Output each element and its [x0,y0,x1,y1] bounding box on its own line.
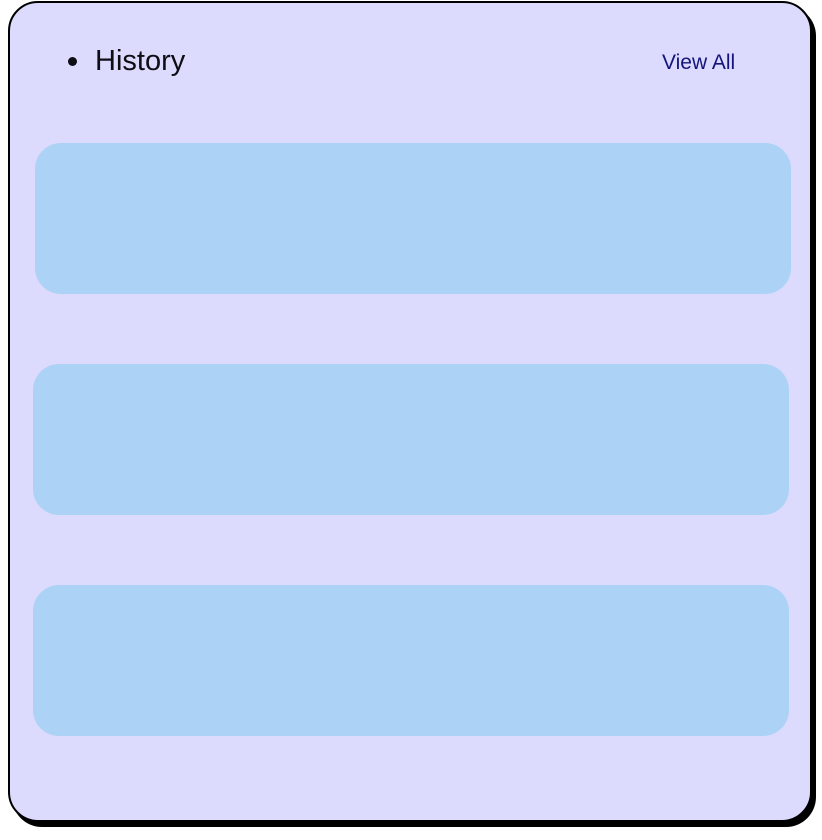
bullet-icon [68,57,77,66]
history-item[interactable] [33,585,789,736]
view-all-link[interactable]: View All [662,51,735,75]
history-card: History View All [8,1,812,822]
history-item[interactable] [35,143,791,294]
history-heading: History [68,45,185,78]
history-item[interactable] [33,364,789,515]
history-title: History [95,45,186,77]
